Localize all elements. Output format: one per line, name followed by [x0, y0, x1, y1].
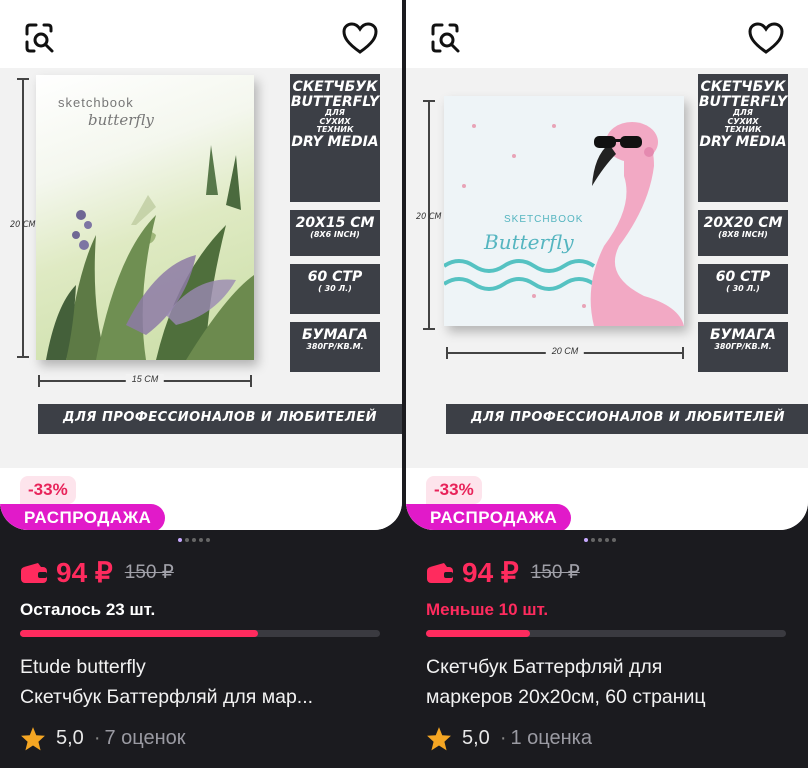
width-label: 20 СМ [545, 346, 585, 356]
star-icon [427, 727, 451, 751]
carousel-dots [178, 538, 210, 542]
rating-row: 5,0 · 7 оценок [20, 726, 186, 751]
stock-progress-bar [426, 630, 786, 637]
width-label: 15 СМ [125, 374, 165, 384]
sale-badge: РАСПРОДАЖА [406, 504, 572, 530]
width-dimension-line: 15 СМ [38, 374, 252, 387]
product-photo[interactable]: 20 СМ sketchbook butterfly 15 СМ СКЕТЧБУ… [0, 0, 402, 530]
rating-separator: · [93, 727, 101, 749]
height-label: 20 СМ [10, 220, 36, 230]
review-count: 1 оценка [510, 727, 592, 749]
height-dimension-line [17, 78, 29, 358]
sketchbook-cover: SKETCHBOOK Butterfly [444, 96, 684, 326]
star-icon [21, 727, 45, 751]
sketchbook-cover: sketchbook butterfly [36, 75, 254, 360]
info-box-type: СКЕТЧБУК BUTTERFLY ДЛЯ СУХИХ ТЕХНИК DRY … [698, 74, 788, 202]
stock-progress-bar [20, 630, 380, 637]
discount-badge: -33% [426, 476, 482, 504]
flamingo-illustration [444, 122, 684, 326]
name-line: Скетчбук Баттерфляй для мар... [20, 686, 314, 708]
image-banner: ДЛЯ ПРОФЕССИОНАЛОВ И ЛЮБИТЕЛЕЙ [446, 404, 808, 434]
rating-value: 5,0 [462, 727, 490, 749]
heart-outline-icon[interactable] [340, 18, 380, 58]
width-dimension-line: 20 СМ [446, 346, 684, 359]
rating-row: 5,0 · 1 оценка [426, 726, 592, 751]
brand-line: Etude butterfly [20, 656, 146, 678]
discount-badge: -33% [20, 476, 76, 504]
wallet-icon [427, 562, 453, 583]
rating-separator: · [499, 727, 507, 749]
product-title[interactable]: Скетчбук Баттерфляй для маркеров 20х20см… [426, 652, 796, 712]
cover-title: SKETCHBOOK [504, 214, 584, 225]
info-box-size: 20X15 СМ (8X6 INCH) [290, 210, 380, 256]
wallet-icon [21, 562, 47, 583]
info-box-paper: БУМАГА 380ГР/КВ.М. [698, 322, 788, 372]
old-price: 150 ₽ [124, 562, 174, 583]
stock-progress-fill [20, 630, 258, 637]
cover-subtitle: Butterfly [484, 230, 574, 254]
info-box-type: СКЕТЧБУК BUTTERFLY ДЛЯ СУХИХ ТЕХНИК DRY … [290, 74, 380, 202]
carousel-dots [584, 538, 616, 542]
stock-status: Осталось 23 шт. [20, 600, 156, 619]
price-row: 94 ₽ 150 ₽ [426, 556, 580, 589]
review-count: 7 оценок [104, 727, 186, 749]
stock-status: Меньше 10 шт. [426, 600, 549, 619]
current-price: 94 ₽ [56, 557, 113, 588]
old-price: 150 ₽ [530, 562, 580, 583]
name-line: маркеров 20х20см, 60 страниц [426, 686, 706, 708]
info-box-size: 20X20 СМ (8X8 INCH) [698, 210, 788, 256]
rating-value: 5,0 [56, 727, 84, 749]
sale-badge: РАСПРОДАЖА [0, 504, 166, 530]
product-title[interactable]: Etude butterfly Скетчбук Баттерфляй для … [20, 652, 390, 712]
name-line: Скетчбук Баттерфляй для [426, 656, 663, 678]
image-search-icon[interactable] [426, 18, 466, 58]
product-card[interactable]: 20 СМ sketchbook butterfly 15 СМ СКЕТЧБУ… [0, 0, 402, 768]
image-banner: ДЛЯ ПРОФЕССИОНАЛОВ И ЛЮБИТЕЛЕЙ [38, 404, 402, 434]
height-label: 20 СМ [416, 212, 442, 222]
price-row: 94 ₽ 150 ₽ [20, 556, 174, 589]
herbs-illustration [46, 145, 254, 360]
product-card[interactable]: 20 СМ SKETCHBOOK Butterfly 20 СМ СКЕТЧБУ… [406, 0, 808, 768]
current-price: 94 ₽ [462, 557, 519, 588]
stock-progress-fill [426, 630, 531, 637]
info-box-paper: БУМАГА 380ГР/КВ.М. [290, 322, 380, 372]
product-photo[interactable]: 20 СМ SKETCHBOOK Butterfly 20 СМ СКЕТЧБУ… [406, 0, 808, 530]
info-box-pages: 60 СТР ( 30 Л.) [698, 264, 788, 314]
heart-outline-icon[interactable] [746, 18, 786, 58]
info-box-pages: 60 СТР ( 30 Л.) [290, 264, 380, 314]
image-search-icon[interactable] [20, 18, 60, 58]
